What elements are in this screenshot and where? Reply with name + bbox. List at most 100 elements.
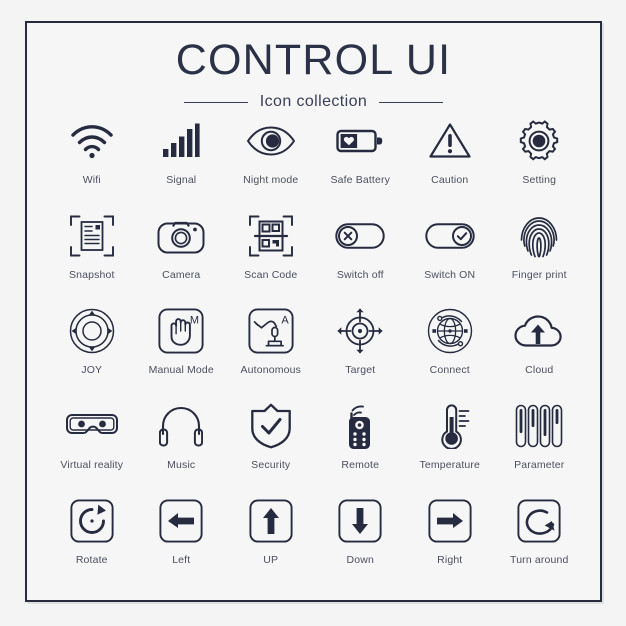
shield-check-icon	[243, 400, 299, 452]
icon-cell-shield-check[interactable]: Security	[226, 400, 316, 495]
icon-label: Rotate	[75, 554, 108, 566]
icon-label: Cloud	[525, 364, 554, 376]
icon-label: Virtual reality	[60, 459, 124, 471]
icon-cell-thermometer[interactable]: Temperature	[405, 400, 495, 495]
icon-cell-headphones[interactable]: Music	[137, 400, 227, 495]
eye-night-mode-icon	[243, 115, 299, 167]
icon-label: Switch off	[336, 269, 384, 281]
icon-cell-toggle-on[interactable]: Switch ON	[405, 210, 495, 305]
poster-frame: CONTROL UI Icon collection Wifi Signal N…	[25, 21, 602, 602]
icon-label: Security	[251, 459, 291, 471]
icon-cell-rotate-cw[interactable]: Rotate	[47, 495, 137, 590]
icon-label: Autonomous	[240, 364, 301, 376]
icon-label: Caution	[431, 174, 469, 186]
battery-heart-icon	[332, 115, 388, 167]
qr-scan-icon	[243, 210, 299, 262]
rule-right	[379, 101, 444, 103]
icon-label: Wifi	[82, 174, 101, 186]
arrow-right-icon	[422, 495, 478, 547]
joystick-icon	[64, 305, 120, 357]
toggle-off-icon	[332, 210, 388, 262]
page-subtitle: Icon collection	[259, 93, 368, 110]
icon-label: Signal	[166, 174, 197, 186]
thermometer-icon	[422, 400, 478, 452]
icon-label: Snapshot	[68, 269, 115, 281]
signal-bars-icon	[153, 115, 209, 167]
icon-label: Safe Battery	[330, 174, 391, 186]
robot-arm-icon: A	[243, 305, 299, 357]
icon-cell-arrow-up[interactable]: UP	[226, 495, 316, 590]
icon-cell-snapshot-document[interactable]: Snapshot	[47, 210, 137, 305]
icon-label: Right	[437, 554, 463, 566]
gear-icon	[511, 115, 567, 167]
poster-header: CONTROL UI Icon collection	[27, 39, 600, 111]
icon-label: Temperature	[419, 459, 481, 471]
icon-cell-crosshair-target[interactable]: Target	[316, 305, 406, 400]
svg-text:A: A	[281, 315, 289, 327]
icon-label: Scan Code	[244, 269, 298, 281]
icon-cell-vr-goggles[interactable]: Virtual reality	[47, 400, 137, 495]
icon-cell-camera[interactable]: Camera	[137, 210, 227, 305]
remote-control-icon	[332, 400, 388, 452]
icon-cell-wifi[interactable]: Wifi	[47, 115, 137, 210]
icon-label: Target	[345, 364, 376, 376]
icon-cell-robot-arm[interactable]: A Autonomous	[226, 305, 316, 400]
icon-cell-arrow-left[interactable]: Left	[137, 495, 227, 590]
icon-cell-battery-heart[interactable]: Safe Battery	[316, 115, 406, 210]
rule-left	[183, 101, 248, 103]
icon-cell-cloud-upload[interactable]: Cloud	[495, 305, 585, 400]
icon-cell-remote-control[interactable]: Remote	[316, 400, 406, 495]
icon-cell-warning-triangle[interactable]: Caution	[405, 115, 495, 210]
icon-label: Parameter	[514, 459, 565, 471]
icon-cell-hand-manual-mode[interactable]: M Manual Mode	[137, 305, 227, 400]
wifi-icon	[64, 115, 120, 167]
icon-cell-joystick[interactable]: JOY	[47, 305, 137, 400]
icon-label: Remote	[341, 459, 380, 471]
toggle-on-icon	[422, 210, 478, 262]
icon-label: Finger print	[511, 269, 567, 281]
arrow-down-icon	[332, 495, 388, 547]
icon-label: Setting	[522, 174, 557, 186]
camera-icon	[153, 210, 209, 262]
icon-label: Night mode	[243, 174, 299, 186]
icon-cell-signal-bars[interactable]: Signal	[137, 115, 227, 210]
icon-cell-qr-scan[interactable]: Scan Code	[226, 210, 316, 305]
icon-cell-gear[interactable]: Setting	[495, 115, 585, 210]
icon-cell-arrow-right[interactable]: Right	[405, 495, 495, 590]
arrow-left-icon	[153, 495, 209, 547]
turn-around-icon	[511, 495, 567, 547]
icon-cell-toggle-off[interactable]: Switch off	[316, 210, 406, 305]
icon-cell-fingerprint[interactable]: Finger print	[495, 210, 585, 305]
cloud-upload-icon	[511, 305, 567, 357]
icon-label: Down	[346, 554, 374, 566]
icon-label: JOY	[81, 364, 103, 376]
icon-grid: Wifi Signal Night mode Safe Battery Caut…	[47, 115, 584, 590]
headphones-icon	[153, 400, 209, 452]
icon-label: Connect	[429, 364, 470, 376]
vr-goggles-icon	[64, 400, 120, 452]
sliders-icon	[511, 400, 567, 452]
icon-label: Switch ON	[424, 269, 476, 281]
icon-label: UP	[263, 554, 279, 566]
crosshair-target-icon	[332, 305, 388, 357]
arrow-up-icon	[243, 495, 299, 547]
icon-collection-poster: CONTROL UI Icon collection Wifi Signal N…	[0, 0, 626, 626]
svg-text:M: M	[190, 315, 199, 327]
globe-orbit-connect-icon	[422, 305, 478, 357]
page-title: CONTROL UI	[175, 36, 452, 84]
icon-cell-turn-around[interactable]: Turn around	[495, 495, 585, 590]
icon-cell-eye-night-mode[interactable]: Night mode	[226, 115, 316, 210]
fingerprint-icon	[511, 210, 567, 262]
warning-triangle-icon	[422, 115, 478, 167]
hand-manual-mode-icon: M	[153, 305, 209, 357]
icon-label: Turn around	[510, 554, 569, 566]
rotate-cw-icon	[64, 495, 120, 547]
icon-label: Music	[167, 459, 196, 471]
icon-label: Left	[172, 554, 191, 566]
icon-cell-sliders[interactable]: Parameter	[495, 400, 585, 495]
icon-cell-arrow-down[interactable]: Down	[316, 495, 406, 590]
snapshot-document-icon	[64, 210, 120, 262]
subtitle-row: Icon collection	[27, 93, 600, 111]
icon-label: Manual Mode	[148, 364, 214, 376]
icon-cell-globe-orbit-connect[interactable]: Connect	[405, 305, 495, 400]
